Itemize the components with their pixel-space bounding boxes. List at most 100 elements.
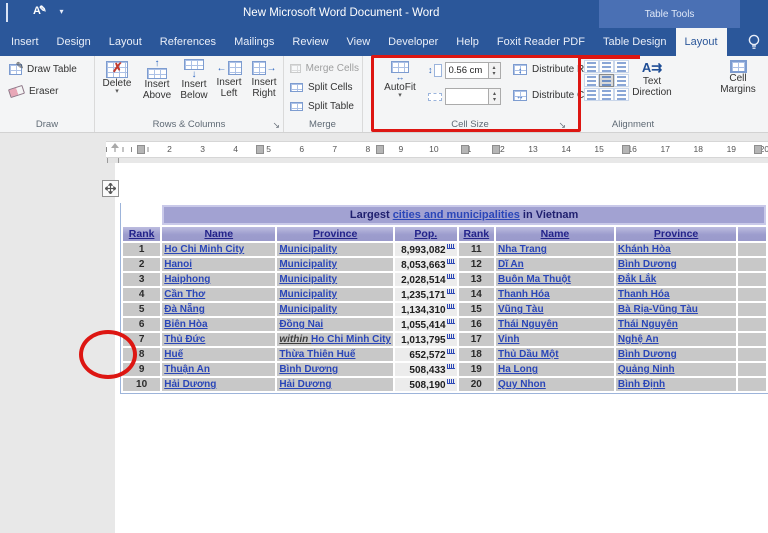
city-link[interactable]: Quy Nhon xyxy=(498,379,546,390)
city-link[interactable]: Ha Long xyxy=(498,364,538,375)
province-link[interactable]: Thừa Thiên Huế xyxy=(279,349,355,360)
province-link[interactable]: Bình Dương xyxy=(279,364,338,375)
column-width-input[interactable] xyxy=(446,89,488,104)
table-column-marker[interactable] xyxy=(256,145,264,154)
ribbon-tab[interactable]: Design xyxy=(48,28,100,56)
province-link[interactable]: Ho Chi Minh City xyxy=(311,334,391,345)
city-link[interactable]: Biên Hòa xyxy=(164,319,207,330)
city-link[interactable]: Buôn Ma Thuột xyxy=(498,274,571,285)
table-properties-icon[interactable] xyxy=(6,4,22,18)
province-link[interactable]: Thanh Hóa xyxy=(618,289,670,300)
cell-margins-button[interactable]: Cell Margins xyxy=(703,60,768,95)
align-center-right-button[interactable] xyxy=(614,74,629,87)
ribbon-tab[interactable]: Insert xyxy=(2,28,48,56)
split-table-button[interactable]: Split Table xyxy=(287,100,362,113)
ribbon-tab[interactable]: Table Design xyxy=(594,28,676,56)
city-link[interactable]: Thủ Dầu Một xyxy=(498,349,559,360)
header-province[interactable]: Province xyxy=(277,227,393,241)
province-link[interactable]: Municipality xyxy=(279,244,337,255)
ribbon-tab[interactable]: Developer xyxy=(379,28,447,56)
table-column-marker[interactable] xyxy=(461,145,469,154)
tell-me-lightbulb-icon[interactable] xyxy=(746,33,762,56)
text-direction-button[interactable]: A⇉ Text Direction xyxy=(630,60,674,98)
title-link[interactable]: cities and municipalities xyxy=(393,209,520,221)
header-name-2[interactable]: Name xyxy=(496,227,614,241)
ribbon-tab[interactable]: Mailings xyxy=(225,28,283,56)
city-link[interactable]: Ho Chi Minh City xyxy=(164,244,244,255)
header-rank[interactable]: Rank xyxy=(123,227,160,241)
align-center-left-button[interactable] xyxy=(584,74,599,87)
rows-columns-dialog-launcher-icon[interactable]: ↘ xyxy=(272,121,280,129)
ribbon-tab[interactable]: View xyxy=(338,28,380,56)
table-column-marker[interactable] xyxy=(492,145,500,154)
delete-button[interactable]: ✗ Delete ▾ xyxy=(99,61,135,95)
header-pop[interactable]: Pop. xyxy=(395,227,457,241)
province-link[interactable]: Đắk Lắk xyxy=(618,274,656,285)
align-top-center-button[interactable] xyxy=(599,60,614,73)
insert-left-button[interactable]: ← Insert Left xyxy=(212,59,246,99)
header-province-2[interactable]: Province xyxy=(616,227,736,241)
province-link[interactable]: Municipality xyxy=(279,289,337,300)
city-link[interactable]: Haiphong xyxy=(164,274,210,285)
align-center-button[interactable] xyxy=(599,74,614,87)
table-column-marker[interactable] xyxy=(622,145,630,154)
citation-marker[interactable] xyxy=(447,244,455,249)
first-line-indent-marker[interactable] xyxy=(111,143,119,148)
ribbon-tab[interactable]: Layout xyxy=(100,28,151,56)
province-link[interactable]: Nghệ An xyxy=(618,334,659,345)
province-link[interactable]: Bình Định xyxy=(618,379,665,390)
ribbon-tab[interactable]: Review xyxy=(283,28,337,56)
split-cells-button[interactable]: Split Cells xyxy=(287,81,362,94)
citation-marker[interactable] xyxy=(447,274,455,279)
citation-marker[interactable] xyxy=(447,364,455,369)
citation-marker[interactable] xyxy=(447,319,455,324)
table-column-marker[interactable] xyxy=(376,145,384,154)
citation-marker[interactable] xyxy=(447,334,455,339)
insert-below-button[interactable]: ↓ Insert Below xyxy=(176,59,212,101)
province-link[interactable]: Khánh Hòa xyxy=(618,244,671,255)
province-link[interactable]: Municipality xyxy=(279,274,337,285)
row-height-spinner[interactable]: ▴▾ xyxy=(488,63,500,78)
ribbon-tab[interactable]: References xyxy=(151,28,225,56)
province-link[interactable]: Quảng Ninh xyxy=(618,364,675,375)
city-link[interactable]: Thái Nguyên xyxy=(498,319,558,330)
qat-customize-icon[interactable]: ▾ xyxy=(60,7,64,16)
eraser-button[interactable]: Eraser xyxy=(6,85,94,98)
draw-table-button[interactable]: ✎ Draw Table xyxy=(6,63,94,76)
ribbon-tab[interactable]: Foxit Reader PDF xyxy=(488,28,594,56)
align-bottom-left-button[interactable] xyxy=(584,88,599,101)
citation-marker[interactable] xyxy=(447,349,455,354)
insert-above-button[interactable]: ↑ Insert Above xyxy=(139,59,175,101)
city-link[interactable]: Thuận An xyxy=(164,364,210,375)
header-rank-2[interactable]: Rank xyxy=(459,227,494,241)
citation-marker[interactable] xyxy=(447,259,455,264)
cell-size-dialog-launcher-icon[interactable]: ↘ xyxy=(558,121,566,129)
citation-marker[interactable] xyxy=(447,304,455,309)
row-height-input[interactable] xyxy=(446,63,488,78)
city-link[interactable]: Thanh Hóa xyxy=(498,289,550,300)
city-link[interactable]: Hải Dương xyxy=(164,379,216,390)
header-name[interactable]: Name xyxy=(162,227,275,241)
province-link[interactable]: Municipality xyxy=(279,259,337,270)
insert-right-button[interactable]: → Insert Right xyxy=(246,59,282,99)
city-link[interactable]: Hanoi xyxy=(164,259,192,270)
ribbon-tab[interactable]: Layout xyxy=(676,28,727,56)
header-pop-2[interactable] xyxy=(738,227,766,241)
citation-marker[interactable] xyxy=(447,289,455,294)
city-link[interactable]: Dĩ An xyxy=(498,259,524,270)
province-link[interactable]: Hải Dương xyxy=(279,379,331,390)
city-link[interactable]: Thủ Đức xyxy=(164,334,205,345)
ribbon-tab[interactable]: Help xyxy=(447,28,488,56)
table-column-marker[interactable] xyxy=(754,145,762,154)
align-top-left-button[interactable] xyxy=(584,60,599,73)
province-link[interactable]: Municipality xyxy=(279,304,337,315)
city-link[interactable]: Huế xyxy=(164,349,183,360)
table-move-handle[interactable] xyxy=(102,180,119,197)
align-bottom-right-button[interactable] xyxy=(614,88,629,101)
style-pen-icon[interactable]: A✎ xyxy=(33,4,49,18)
city-link[interactable]: Vũng Tàu xyxy=(498,304,544,315)
align-top-right-button[interactable] xyxy=(614,60,629,73)
column-width-spinner[interactable]: ▴▾ xyxy=(488,89,500,104)
province-link[interactable]: Bà Rịa-Vũng Tàu xyxy=(618,304,698,315)
city-link[interactable]: Cần Thơ xyxy=(164,289,205,300)
